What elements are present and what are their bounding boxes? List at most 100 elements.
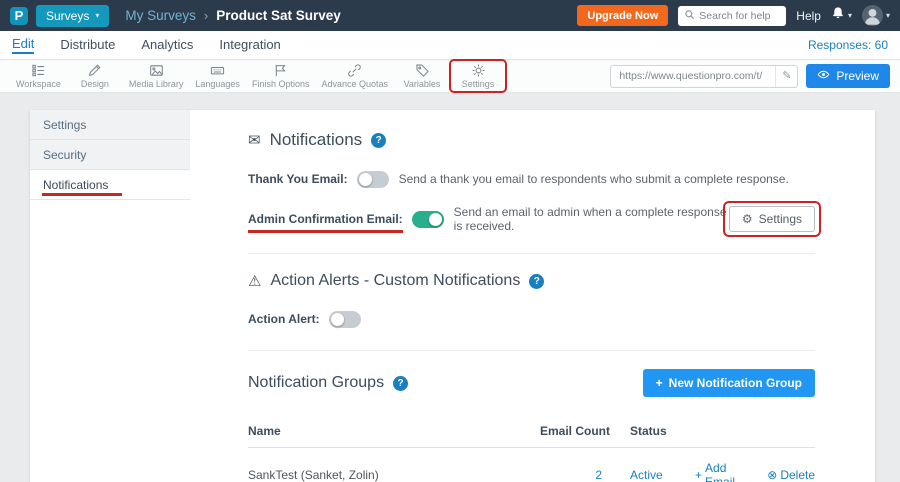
settings-card: Settings Security Notifications ✉ Notifi… xyxy=(30,110,875,482)
toolbar-media-library-label: Media Library xyxy=(129,80,184,89)
toolbar-settings[interactable]: Settings xyxy=(450,62,506,90)
toolbar-finish-options[interactable]: Finish Options xyxy=(246,62,316,90)
surveys-menu-button[interactable]: Surveys ▾ xyxy=(36,5,109,27)
admin-email-settings-label: Settings xyxy=(759,212,802,226)
toolbar-languages[interactable]: Languages xyxy=(189,62,246,90)
help-icon[interactable]: ? xyxy=(371,133,386,148)
page-title: Product Sat Survey xyxy=(216,8,341,23)
responses-count[interactable]: Responses: 60 xyxy=(808,38,888,52)
delete-icon: ⊗ xyxy=(767,468,777,482)
toolbar-media-library[interactable]: Media Library xyxy=(123,62,190,90)
toggle-knob xyxy=(331,313,344,326)
toolbar-variables[interactable]: Variables xyxy=(394,62,450,90)
edit-toolbar: Workspace Design Media Library Languages… xyxy=(0,60,900,93)
toolbar-design[interactable]: Design xyxy=(67,62,123,90)
thank-you-email-description: Send a thank you email to respondents wh… xyxy=(399,172,789,186)
settings-sidebar: Settings Security Notifications xyxy=(30,110,190,482)
email-count-link[interactable]: 2 xyxy=(595,468,602,482)
preview-label: Preview xyxy=(836,69,879,83)
notification-groups-header: Notification Groups ? + New Notification… xyxy=(248,369,815,397)
column-header-email-count: Email Count xyxy=(540,424,630,438)
toolbar-workspace-label: Workspace xyxy=(16,80,61,89)
section-divider xyxy=(248,350,815,351)
finish-options-icon xyxy=(273,63,288,78)
workspace-icon xyxy=(31,63,46,78)
section-title-notification-groups: Notification Groups xyxy=(248,374,384,392)
chevron-down-icon: ▾ xyxy=(95,11,99,20)
delete-label: Delete xyxy=(780,468,815,482)
account-menu-button[interactable]: ▾ xyxy=(862,5,890,26)
sidebar-item-settings[interactable]: Settings xyxy=(30,110,190,140)
surveys-menu-label: Surveys xyxy=(46,9,89,23)
help-icon[interactable]: ? xyxy=(393,376,408,391)
help-search-box[interactable] xyxy=(678,6,786,26)
languages-icon xyxy=(210,63,225,78)
notifications-section-header: ✉ Notifications ? xyxy=(248,130,815,150)
breadcrumb-my-surveys[interactable]: My Surveys xyxy=(125,8,196,23)
new-notification-group-button[interactable]: + New Notification Group xyxy=(643,369,815,397)
admin-confirmation-email-label: Admin Confirmation Email: xyxy=(248,212,403,226)
eye-icon xyxy=(817,68,830,84)
upgrade-now-button[interactable]: Upgrade Now xyxy=(577,5,668,26)
edit-url-icon[interactable]: ✎ xyxy=(775,66,797,87)
action-alert-toggle[interactable] xyxy=(329,311,361,328)
avatar xyxy=(862,5,883,26)
survey-tab-bar: Edit Distribute Analytics Integration Re… xyxy=(0,31,900,60)
add-email-label: Add Email xyxy=(705,461,751,482)
section-title-notifications: Notifications xyxy=(270,130,363,150)
toggle-knob xyxy=(359,173,372,186)
delete-link[interactable]: ⊗ Delete xyxy=(767,461,815,482)
tab-edit[interactable]: Edit xyxy=(12,36,34,54)
design-icon xyxy=(87,63,102,78)
status-link[interactable]: Active xyxy=(630,468,663,482)
variables-icon xyxy=(415,63,430,78)
search-input[interactable] xyxy=(699,10,780,22)
help-icon[interactable]: ? xyxy=(529,274,544,289)
thank-you-email-row: Thank You Email: Send a thank you email … xyxy=(248,168,815,190)
plus-icon: + xyxy=(656,376,663,390)
content-area: Settings Security Notifications ✉ Notifi… xyxy=(0,93,900,482)
add-email-link[interactable]: + Add Email xyxy=(695,461,751,482)
help-link[interactable]: Help xyxy=(796,9,821,23)
breadcrumb-separator: › xyxy=(204,8,208,23)
action-alert-row: Action Alert: xyxy=(248,308,815,330)
thank-you-email-toggle[interactable] xyxy=(357,171,389,188)
search-icon xyxy=(684,7,695,25)
section-title-action-alerts: Action Alerts - Custom Notifications xyxy=(270,272,520,290)
table-header-row: Name Email Count Status xyxy=(248,415,815,448)
tab-integration[interactable]: Integration xyxy=(219,37,280,53)
tab-analytics[interactable]: Analytics xyxy=(141,37,193,53)
preview-button[interactable]: Preview xyxy=(806,64,890,88)
admin-email-settings-button[interactable]: ⚙ Settings xyxy=(729,206,815,232)
sidebar-item-security[interactable]: Security xyxy=(30,140,190,170)
toolbar-finish-options-label: Finish Options xyxy=(252,80,310,89)
advance-quotas-icon xyxy=(347,63,362,78)
toggle-knob xyxy=(429,213,442,226)
column-header-status: Status xyxy=(630,424,695,438)
new-notification-group-label: New Notification Group xyxy=(669,376,802,390)
sidebar-item-notifications[interactable]: Notifications xyxy=(30,170,190,200)
tab-distribute[interactable]: Distribute xyxy=(60,37,115,53)
toolbar-advance-quotas[interactable]: Advance Quotas xyxy=(315,62,394,90)
group-name: SankTest (Sanket, Zolin) xyxy=(248,468,540,482)
chevron-down-icon: ▾ xyxy=(848,11,852,20)
toolbar-workspace[interactable]: Workspace xyxy=(10,62,67,90)
envelope-icon: ✉ xyxy=(248,131,261,149)
survey-url-field[interactable]: https://www.questionpro.com/t/ ✎ xyxy=(610,65,798,88)
survey-url-value: https://www.questionpro.com/t/ xyxy=(611,70,775,82)
questionpro-logo[interactable]: P xyxy=(10,7,28,25)
plus-icon: + xyxy=(695,468,702,482)
settings-gear-icon xyxy=(471,63,486,78)
top-navigation-bar: P Surveys ▾ My Surveys › Product Sat Sur… xyxy=(0,0,900,31)
admin-confirmation-email-description: Send an email to admin when a complete r… xyxy=(454,205,729,233)
gear-icon: ⚙ xyxy=(742,212,753,226)
admin-confirmation-email-toggle[interactable] xyxy=(412,211,444,228)
admin-email-settings-annotation: ⚙ Settings xyxy=(729,206,815,232)
chevron-down-icon: ▾ xyxy=(886,11,890,20)
sidebar-item-notifications-label: Notifications xyxy=(43,178,108,192)
toolbar-variables-label: Variables xyxy=(404,80,441,89)
notifications-bell-button[interactable]: ▾ xyxy=(831,6,852,25)
toolbar-languages-label: Languages xyxy=(195,80,240,89)
section-divider xyxy=(248,253,815,254)
warning-icon: ⚠ xyxy=(248,272,261,290)
